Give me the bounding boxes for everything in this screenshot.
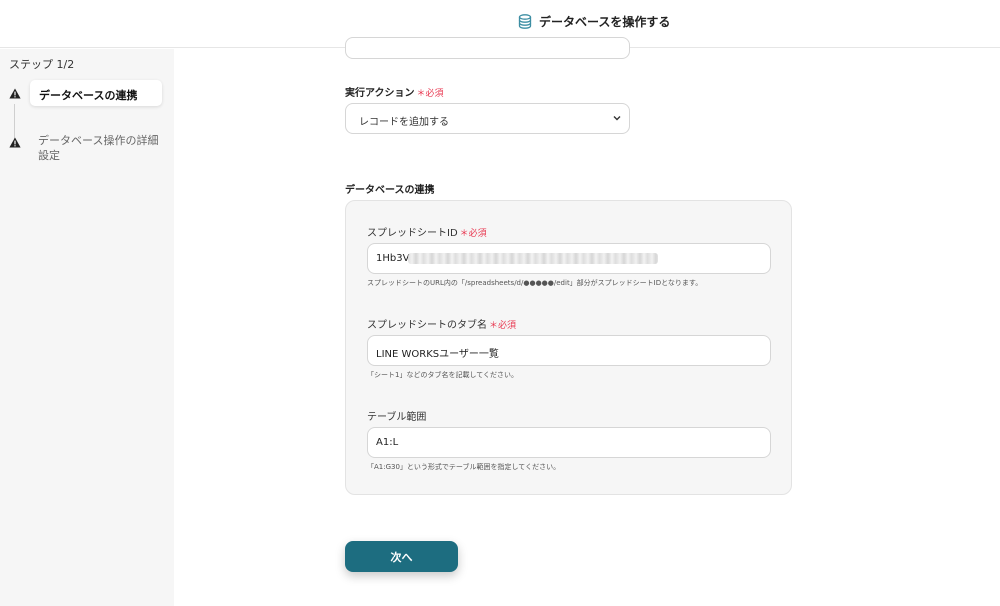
tab-name-hint: 「シート1」などのタブ名を記載してください。 (367, 371, 519, 379)
action-select-value: レコードを追加する (359, 117, 449, 128)
spreadsheet-id-input[interactable]: 1Hb3V (367, 243, 771, 274)
sidebar-step-database-link[interactable]: データベースの連携 (30, 80, 162, 106)
step-sidebar: ステップ 1/2 データベースの連携 データベース操作の詳細設定 (0, 49, 174, 606)
required-mark: ＊必須 (416, 89, 444, 99)
chevron-down-icon (613, 116, 621, 121)
required-mark: ＊必須 (459, 229, 487, 239)
spreadsheet-id-value: 1Hb3V (376, 253, 410, 264)
step-counter: ステップ 1/2 (9, 58, 75, 71)
warning-icon (9, 88, 21, 99)
section-title: データベースの連携 (345, 185, 435, 196)
table-range-value: A1:L (376, 437, 399, 448)
next-button[interactable]: 次へ (345, 541, 458, 572)
tab-name-value: LINE WORKSユーザー一覧 (376, 349, 499, 360)
table-range-hint: 「A1:G30」という形式でテーブル範囲を指定してください。 (367, 463, 561, 471)
step-label: データベースの連携 (39, 89, 138, 102)
database-icon (518, 14, 532, 29)
sidebar-step-operation-details[interactable]: データベース操作の詳細設定 (38, 133, 163, 163)
required-mark: ＊必須 (489, 321, 517, 331)
database-link-card: スプレッドシートID ＊必須 1Hb3V スプレッドシートのURL内の「/spre… (345, 200, 792, 495)
step-connector (14, 104, 15, 140)
redacted-blur (408, 253, 658, 264)
page-title: データベースを操作する (539, 15, 671, 29)
spreadsheet-id-hint: スプレッドシートのURL内の「/spreadsheets/d/●●●●●/edi… (367, 279, 703, 287)
tab-name-input[interactable]: LINE WORKSユーザー一覧 (367, 335, 771, 366)
tab-name-label: スプレッドシートのタブ名 ＊必須 (367, 320, 517, 331)
action-select[interactable]: レコードを追加する (345, 103, 630, 134)
warning-icon (9, 137, 21, 148)
table-range-label: テーブル範囲 (367, 412, 427, 423)
table-range-input[interactable]: A1:L (367, 427, 771, 458)
main-form: 実行アクション ＊必須 レコードを追加する データベースの連携 スプレッドシートI… (174, 37, 1000, 606)
header-title-group: データベースを操作する (518, 13, 670, 30)
spreadsheet-id-label: スプレッドシートID ＊必須 (367, 228, 487, 239)
action-label: 実行アクション ＊必須 (345, 88, 444, 99)
previous-field-input[interactable] (345, 37, 630, 59)
